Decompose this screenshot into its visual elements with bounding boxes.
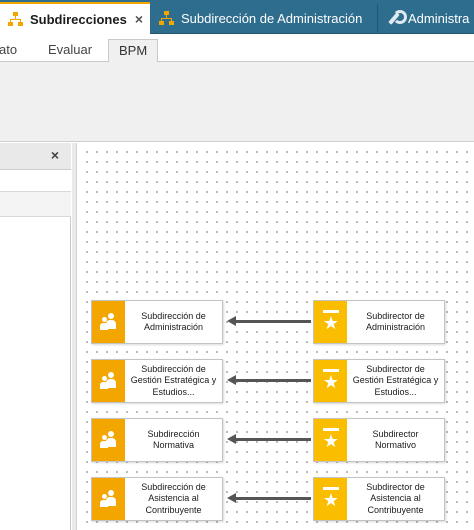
role-badge: ★ — [314, 419, 347, 461]
ribbon-panel — [0, 62, 474, 142]
tab-subdirecciones[interactable]: Subdirecciones × — [0, 2, 150, 34]
group-icon — [99, 430, 119, 450]
tab-label: Subdirección de Administración — [181, 10, 363, 26]
role-badge: ★ — [314, 301, 347, 343]
connector-arrow[interactable] — [227, 434, 311, 445]
connector-arrow[interactable] — [227, 493, 311, 504]
role-badge: ★ — [314, 478, 347, 520]
node-label: Subdirector de Gestión Estratégica y Est… — [352, 363, 439, 397]
org-unit-node[interactable]: Subdirección de Asistencia al Contribuye… — [91, 477, 223, 521]
panel-toolbar — [0, 170, 71, 192]
role-star-icon: ★ — [321, 310, 341, 334]
unit-badge — [92, 360, 125, 402]
panel-filter-bar[interactable] — [0, 192, 71, 217]
left-side-panel: × — [0, 143, 71, 530]
ribbon-tab-formato[interactable]: ato — [0, 39, 27, 63]
org-chart-icon — [159, 10, 175, 26]
document-tab-bar: Subdirecciones × Subdirección de Adminis… — [0, 0, 474, 34]
node-label: Subdirección de Gestión Estratégica y Es… — [130, 363, 217, 397]
role-badge: ★ — [314, 360, 347, 402]
ribbon-tab-evaluar[interactable]: Evaluar — [38, 39, 102, 63]
unit-badge — [92, 301, 125, 343]
group-icon — [99, 489, 119, 509]
ribbon-tab-bpm[interactable]: BPM — [108, 39, 159, 63]
node-label: Subdirector de Asistencia al Contribuyen… — [366, 481, 425, 515]
panel-header: × — [0, 143, 71, 170]
node-label: Subdirector Normativo — [372, 428, 419, 451]
node-label: Subdirección de Administración — [141, 310, 206, 333]
node-label: Subdirección Normativa — [147, 428, 200, 451]
close-tab-icon[interactable]: × — [135, 11, 143, 27]
group-icon — [99, 371, 119, 391]
role-node[interactable]: ★ Subdirector de Administración — [313, 300, 445, 344]
role-star-icon: ★ — [321, 428, 341, 452]
node-label: Subdirector de Administración — [365, 310, 426, 333]
role-star-icon: ★ — [321, 369, 341, 393]
ribbon-tab-bar: ato Evaluar BPM — [0, 34, 474, 63]
role-star-icon: ★ — [321, 487, 341, 511]
group-icon — [99, 312, 119, 332]
tab-subdireccion-administracion[interactable]: Subdirección de Administración — [151, 2, 377, 34]
unit-badge — [92, 478, 125, 520]
role-node[interactable]: ★ Subdirector de Asistencia al Contribuy… — [313, 477, 445, 521]
connector-arrow[interactable] — [227, 316, 311, 327]
org-chart-icon — [8, 11, 24, 27]
org-unit-node[interactable]: Subdirección de Administración — [91, 300, 223, 344]
role-node[interactable]: ★ Subdirector Normativo — [313, 418, 445, 462]
tab-label: Subdirecciones — [30, 11, 127, 27]
panel-splitter[interactable] — [72, 143, 77, 530]
wrench-icon — [386, 10, 407, 26]
close-panel-icon[interactable]: × — [51, 147, 59, 163]
tab-administra[interactable]: Administra — [378, 2, 474, 34]
unit-badge — [92, 419, 125, 461]
connector-arrow[interactable] — [227, 375, 311, 386]
org-unit-node[interactable]: Subdirección Normativa — [91, 418, 223, 462]
org-unit-node[interactable]: Subdirección de Gestión Estratégica y Es… — [91, 359, 223, 403]
node-label: Subdirección de Asistencia al Contribuye… — [141, 481, 206, 515]
role-node[interactable]: ★ Subdirector de Gestión Estratégica y E… — [313, 359, 445, 403]
tab-label: Administra — [408, 10, 470, 26]
